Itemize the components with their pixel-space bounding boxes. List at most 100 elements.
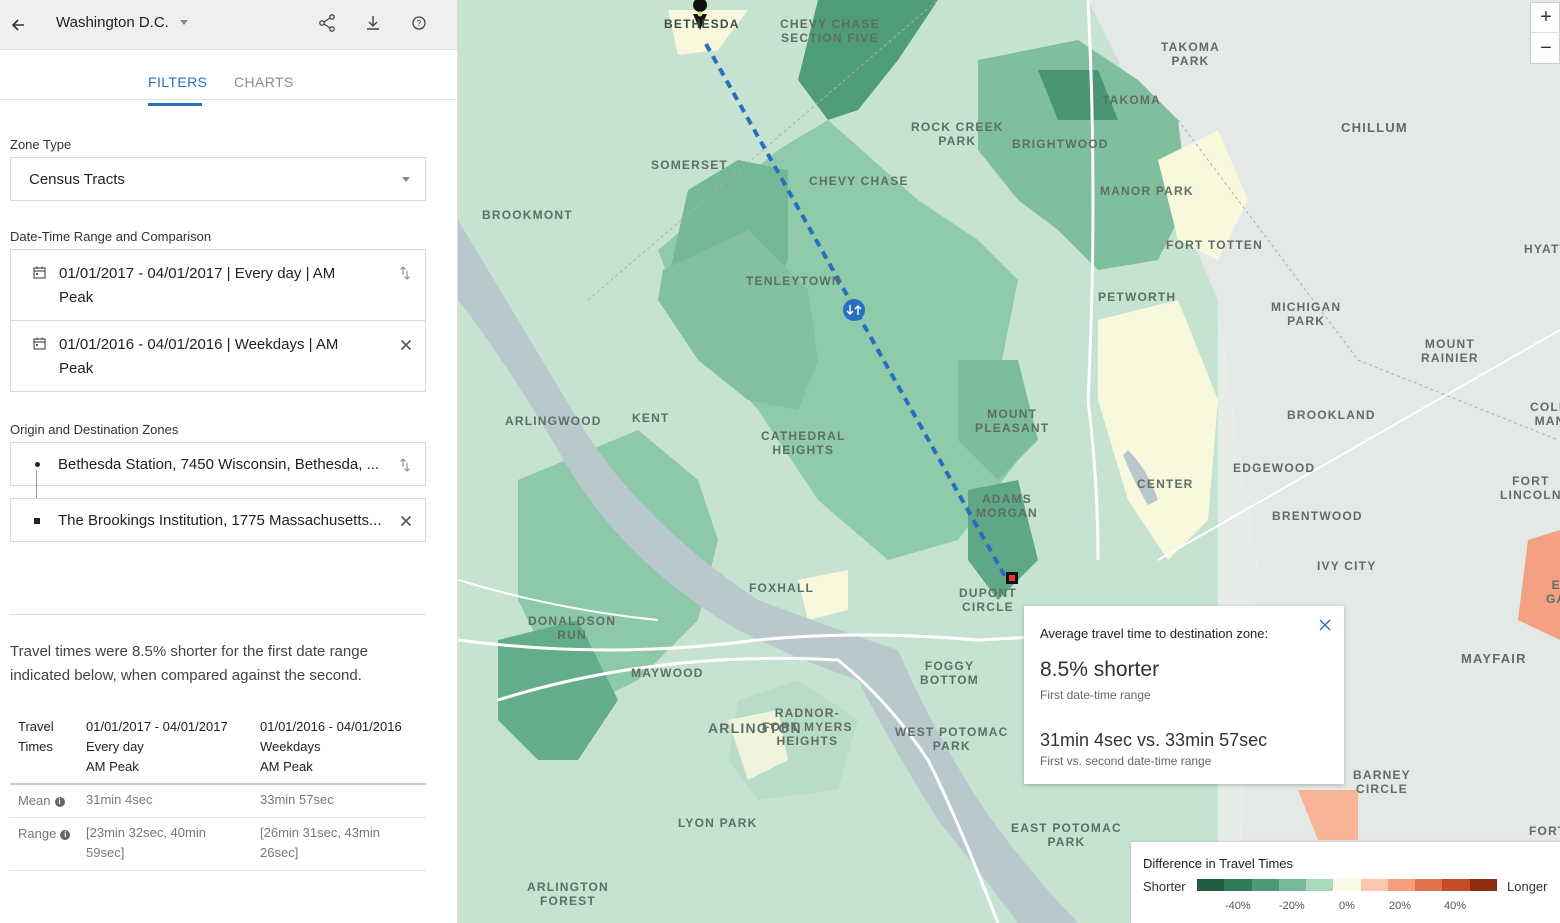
chevron-down-icon [402, 177, 410, 182]
place-label: IVY CITY [1317, 559, 1377, 573]
stats-header-range2: 01/01/2016 - 04/01/2016 Weekdays AM Peak [260, 717, 402, 777]
place-label: BROOKMONT [482, 208, 573, 222]
table-divider [10, 783, 426, 785]
legend-color-scale [1197, 879, 1497, 891]
info-icon[interactable]: i [54, 796, 65, 807]
range-line: [26min 31sec, 43min [260, 825, 380, 840]
place-label: EDGEWOOD [1233, 461, 1316, 475]
legend-swatch [1387, 879, 1416, 891]
legend-swatch [1360, 879, 1388, 891]
legend-tick: -40% [1225, 900, 1251, 912]
place-label: BROOKLAND [1287, 408, 1376, 422]
row-label-range: Range i [18, 826, 71, 841]
popup-title: Average travel time to destination zone: [1040, 626, 1269, 641]
mean-value-1: 31min 4sec [86, 792, 153, 807]
info-icon[interactable]: i [60, 829, 71, 840]
place-label: MAYFAIR [1461, 651, 1527, 666]
place-label: BRIGHTWOOD [1012, 137, 1109, 151]
place-label: ARLINGWOOD [505, 414, 602, 428]
zoom-in-button[interactable]: + [1531, 3, 1560, 33]
legend-swatch [1469, 879, 1497, 891]
date-range-1-line2: Peak [59, 289, 94, 306]
legend-swatch [1251, 879, 1279, 891]
place-label: LYON PARK [678, 816, 758, 830]
swap-direction-icon[interactable] [843, 299, 865, 321]
swap-icon[interactable] [399, 266, 411, 280]
legend-swatch [1442, 879, 1470, 891]
chevron-down-icon[interactable] [180, 20, 188, 25]
map-legend: Difference in Travel Times Shorter Longe… [1131, 842, 1560, 923]
place-label: CHEVY CHASE SECTION FIVE [780, 17, 880, 45]
place-label: DUPONT CIRCLE [959, 586, 1017, 614]
divider [10, 614, 426, 615]
range-line: 59sec] [86, 845, 125, 860]
destination-marker-icon[interactable] [1006, 572, 1018, 584]
popup-comparison: 31min 4sec vs. 33min 57sec [1040, 730, 1268, 750]
download-icon[interactable] [363, 13, 383, 33]
zoom-out-button[interactable]: − [1531, 34, 1560, 64]
header-line: 01/01/2017 - 04/01/2017 [86, 719, 228, 734]
place-label: CHEVY CHASE [809, 174, 909, 188]
close-icon[interactable] [1318, 618, 1332, 632]
legend-swatch [1415, 879, 1443, 891]
date-range-1-line1: 01/01/2017 - 04/01/2017 | Every day | AM [59, 265, 336, 282]
origin-field[interactable]: Bethesda Station, 7450 Wisconsin, Bethes… [10, 442, 426, 486]
back-arrow-icon[interactable] [8, 13, 32, 37]
table-divider [10, 870, 426, 871]
summary-line: Travel times were 8.5% shorter for the f… [10, 643, 368, 660]
legend-tick: -20% [1279, 900, 1305, 912]
legend-shorter-label: Shorter [1143, 879, 1186, 894]
legend-tick: 0% [1339, 900, 1355, 912]
city-selector[interactable]: Washington D.C. [56, 14, 169, 31]
header-line: Weekdays [260, 739, 321, 754]
help-icon[interactable]: ? [409, 13, 429, 33]
datetime-label: Date-Time Range and Comparison [10, 229, 212, 244]
od-zones-label: Origin and Destination Zones [10, 422, 179, 437]
popup-comparison-caption: First vs. second date-time range [1040, 754, 1212, 768]
calendar-icon [33, 337, 46, 350]
swap-icon[interactable] [399, 458, 411, 472]
close-icon[interactable] [400, 515, 412, 527]
place-label: MICHIGAN PARK [1271, 300, 1342, 328]
legend-tick: 40% [1444, 900, 1467, 912]
date-range-2[interactable]: 01/01/2016 - 04/01/2016 | Weekdays | AM … [10, 320, 426, 392]
share-icon[interactable] [317, 13, 337, 33]
place-label: FOGGY BOTTOM [920, 659, 979, 687]
close-icon[interactable] [400, 339, 412, 351]
range-value-1: [23min 32sec, 40min 59sec] [86, 823, 206, 863]
destination-value: The Brookings Institution, 1775 Massachu… [58, 512, 382, 529]
range-line: [23min 32sec, 40min [86, 825, 206, 840]
place-label: E GA [1546, 578, 1560, 606]
legend-swatch [1306, 879, 1334, 891]
travel-time-popup: Average travel time to destination zone:… [1024, 606, 1344, 784]
summary-text: Travel times were 8.5% shorter for the f… [10, 640, 410, 688]
legend-swatch [1278, 879, 1307, 891]
place-label: ROCK CREEK PARK [911, 120, 1004, 148]
range-value-2: [26min 31sec, 43min 26sec] [260, 823, 380, 863]
date-range-2-line1: 01/01/2016 - 04/01/2016 | Weekdays | AM [59, 336, 339, 353]
zone-type-select[interactable]: Census Tracts [10, 157, 426, 201]
place-label: CATHEDRAL HEIGHTS [761, 429, 846, 457]
map-view[interactable]: BETHESDA CHEVY CHASE SECTION FIVE TAKOMA… [458, 0, 1560, 923]
date-range-1[interactable]: 01/01/2017 - 04/01/2017 | Every day | AM… [10, 249, 426, 321]
row-label-mean: Mean i [18, 793, 65, 808]
place-label: FORT LINCOLN [1500, 474, 1560, 502]
tab-filters[interactable]: FILTERS [148, 74, 207, 90]
range-line: 26sec] [260, 845, 299, 860]
popup-percent: 8.5% shorter [1040, 658, 1160, 681]
header-line: Every day [86, 739, 144, 754]
header-line: 01/01/2016 - 04/01/2016 [260, 719, 402, 734]
place-label: FORT TOTTEN [1166, 238, 1263, 252]
destination-field[interactable]: The Brookings Institution, 1775 Massachu… [10, 498, 426, 542]
zone-type-value: Census Tracts [29, 171, 125, 188]
tab-charts[interactable]: CHARTS [234, 74, 294, 90]
origin-value: Bethesda Station, 7450 Wisconsin, Bethes… [58, 456, 380, 473]
legend-swatch [1197, 879, 1225, 891]
destination-square-icon [34, 518, 40, 524]
active-tab-indicator [148, 103, 202, 106]
top-bar: Washington D.C. ? [0, 0, 457, 50]
legend-swatch [1224, 879, 1252, 891]
place-label: PETWORTH [1098, 290, 1177, 304]
row-label-text: Range [18, 826, 57, 841]
zone-type-label: Zone Type [10, 137, 72, 152]
